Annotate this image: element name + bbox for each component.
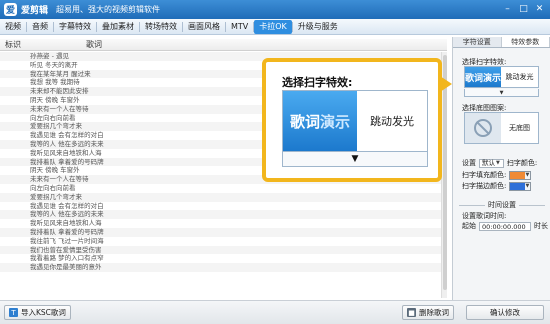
time-settings-header: 时间设置 [459,200,545,210]
main-menu-bar: 视频 音频 字幕特效 叠加素材 转场特效 画面风格 MTV 卡拉OK 升级与服务 [0,19,550,35]
effect-callout: 选择扫字特效: 歌词 演示 跳动发光 ▼ [262,58,442,182]
effect-dropdown-arrow-icon[interactable]: ▼ [464,89,539,97]
effect-thumbnail: 歌词演示 [465,67,501,87]
close-button[interactable]: ✕ [533,3,546,15]
maximize-button[interactable]: □ [517,3,530,15]
lyric-row[interactable]: 向左向右向前看 [0,184,441,193]
preset-row: 设置 默认 ▼ 扫字颜色: [462,158,537,168]
trash-icon: ■ [407,308,416,317]
chevron-down-icon: ▼ [525,183,530,189]
app-name: 爱剪辑 [21,6,49,16]
lyric-row[interactable]: 我遇见你是最美丽的意外 [0,263,441,272]
menu-item[interactable]: 画面风格 [183,20,225,34]
menu-item[interactable]: 视频 [0,20,26,34]
tab-effect-params[interactable]: 特效参数 [501,37,550,47]
confirm-button[interactable]: 确认修改 [466,305,544,320]
text-color-label: 扫字颜色: [506,159,538,167]
app-logo-icon: 爱 [4,3,17,16]
lyric-row[interactable]: 我看着路 梦的入口有点窄 [0,254,441,263]
menu-item[interactable]: 音频 [27,20,53,34]
delete-lyric-label: 删除歌词 [419,308,449,317]
delete-lyric-button[interactable]: ■ 删除歌词 [402,305,454,320]
background-name: 无底图 [509,124,530,132]
callout-pointer [440,76,452,92]
bottom-bar: T 导入KSC歌词 ■ 删除歌词 确认修改 [0,300,550,324]
effect-selector[interactable]: 歌词演示 跳动发光 [464,66,539,88]
background-selector[interactable]: 无底图 [464,112,539,144]
callout-dropdown-arrow-icon[interactable]: ▼ [282,152,428,167]
stroke-color-label: 扫字描边颜色: [462,182,507,190]
tab-character-settings[interactable]: 字符设置 [453,37,502,47]
preset-value: 默认 [482,159,495,167]
lyric-row[interactable]: 我等的人 他在多远的未来 [0,210,441,220]
start-time-input[interactable]: 00:00:00.000 [479,221,531,231]
fill-color-picker[interactable]: ▼ [509,170,532,180]
thumb-text-highlight: 演示 [320,112,351,131]
menu-item[interactable]: 转场特效 [140,20,182,34]
menu-item[interactable]: 升级与服务 [293,20,343,34]
fill-color-label: 扫字填充颜色: [462,171,507,179]
chevron-down-icon: ▼ [496,160,500,166]
menu-item[interactable]: MTV [226,20,253,34]
lyric-row[interactable]: 我们也曾在爱情里受伤害 [0,245,441,255]
fill-color-row: 扫字填充颜色: ▼ [462,170,532,180]
lyric-time-label-text: 设置歌词时间: [462,212,507,220]
stroke-color-row: 扫字描边颜色: ▼ [462,181,532,191]
confirm-label: 确认修改 [490,308,520,317]
import-ksc-button[interactable]: T 导入KSC歌词 [4,305,71,320]
lyric-row[interactable]: 我排着队 拿着爱的号码牌 [0,227,441,237]
fill-color-swatch [510,171,525,179]
callout-effect-thumbnail: 歌词 演示 [283,91,357,151]
preset-label: 设置 [462,159,476,167]
lyric-list-header: 标识 歌词 [0,39,447,51]
menu-item[interactable]: 字幕特效 [54,20,96,34]
minimize-button[interactable]: – [501,3,514,15]
lyric-row[interactable]: 爱要拐几个弯才来 [0,192,441,202]
callout-effect-card[interactable]: 歌词 演示 跳动发光 [282,90,428,152]
time-settings-title: 时间设置 [488,201,516,209]
title-bar: 爱 爱剪辑 超易用、强大的视频剪辑软件 – □ ✕ [0,0,550,19]
chevron-down-icon: ▼ [525,172,530,178]
lyric-row[interactable]: 我往前飞 飞过一片时间海 [0,237,441,246]
import-icon: T [9,308,18,317]
thumb-text-main: 歌词 [289,112,320,131]
stroke-color-picker[interactable]: ▼ [509,181,532,191]
menu-item[interactable]: 叠加素材 [97,20,139,34]
no-background-icon [465,113,501,143]
lyric-row[interactable]: 我听见风来自地铁和人海 [0,219,441,228]
preset-select[interactable]: 默认 ▼ [479,158,504,168]
stroke-color-swatch [510,182,525,190]
callout-effect-name: 跳动发光 [370,115,414,128]
effect-name: 跳动发光 [505,73,534,81]
callout-title: 选择扫字特效: [282,76,353,89]
column-header-mark: 标识 [5,40,21,49]
start-time-row: 起始 00:00:00.000 时长 [462,221,548,231]
import-ksc-label: 导入KSC歌词 [21,308,66,317]
app-slogan: 超易用、强大的视频剪辑软件 [56,5,161,14]
menu-item[interactable]: 卡拉OK [254,19,292,34]
column-header-lyric: 歌词 [86,40,102,49]
lyric-time-label: 设置歌词时间: [462,211,506,221]
duration-label: 时长 [534,222,548,230]
start-label: 起始 [462,222,476,230]
